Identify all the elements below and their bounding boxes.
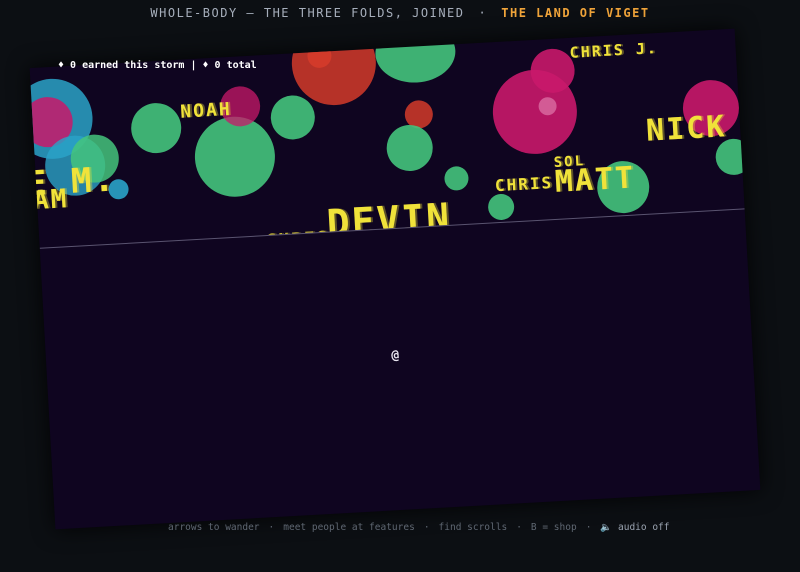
storm-name-am: AM [32,184,70,217]
hint-wander: arrows to wander [168,522,260,533]
storm-name-devin: DEVIN [325,194,453,246]
storm-name-nick: NICK [645,109,728,149]
footer-hints: arrows to wander · meet people at features… [168,522,669,533]
footer-separator: · [268,522,275,533]
bubble [129,101,183,155]
header-separator: · [478,6,488,20]
audio-label: audio off [618,522,670,533]
bubble [373,28,458,85]
bubble [487,193,515,221]
footer-separator: · [585,522,592,533]
bubble [443,165,470,192]
storm-name-matt: MATT [553,160,636,200]
bubble [289,28,379,108]
land-title: THE LAND OF VIGET [501,6,650,20]
bubble [385,123,434,173]
storm-name-chris-small: CHRIS [265,227,331,248]
page-subtitle: WHOLE-BODY — THE THREE FOLDS, JOINED [150,6,465,20]
footer-separator: · [423,522,430,533]
hint-scrolls: find scrolls [438,522,508,533]
header: WHOLE-BODY — THE THREE FOLDS, JOINED · THE… [0,6,800,20]
speaker-muted-icon: 🔈 [600,522,613,533]
bubble [192,114,278,199]
game-canvas[interactable]: NOAH CHRIS J. NICK E M. AM SOL CHRIS MAT… [29,28,761,530]
hint-shop: B = shop [530,522,577,533]
hint-meet: meet people at features [283,522,415,533]
player-avatar: @ [390,347,400,364]
audio-toggle[interactable]: 🔈 audio off [600,522,669,533]
gem-counter: ♦ 0 earned this storm | ♦ 0 total [58,60,257,71]
storm-name-chris: CHRIS [494,173,554,196]
storm-name-chris-j: CHRIS J. [569,38,659,62]
storm-name-noah: NOAH [179,98,233,123]
bubble [269,94,317,141]
footer-separator: · [516,522,522,533]
